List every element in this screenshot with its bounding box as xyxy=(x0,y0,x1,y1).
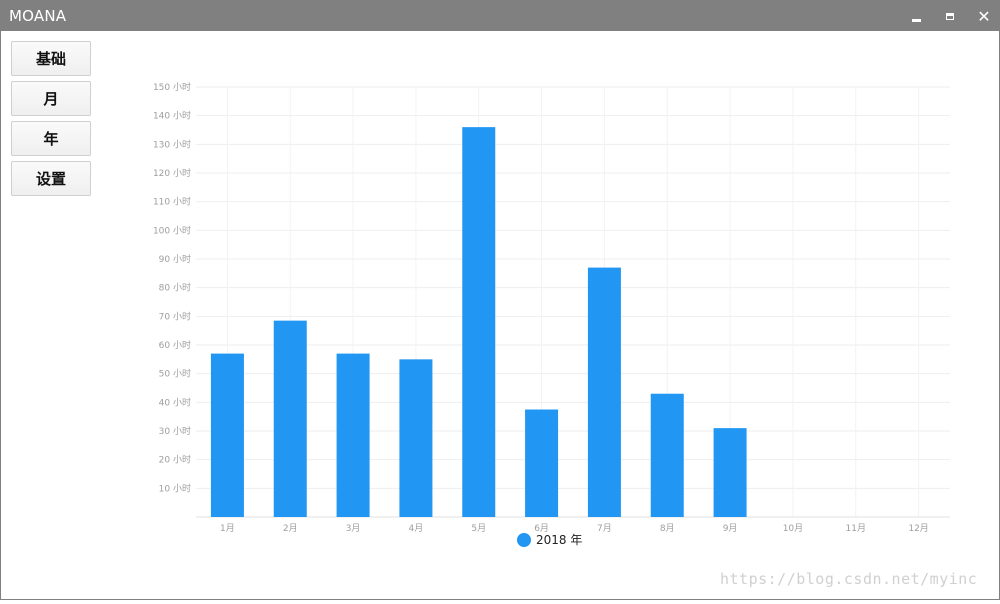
bar xyxy=(713,428,747,517)
bar xyxy=(587,267,621,517)
bar xyxy=(462,127,496,517)
close-icon: ✕ xyxy=(977,6,991,26)
maximize-button[interactable] xyxy=(933,1,967,31)
y-tick-label: 120 小时 xyxy=(153,167,191,179)
y-tick-label: 20 小时 xyxy=(159,454,191,466)
chart-area: 10 小时 20 小时 30 小时 40 小时 50 小时 60 小时 70 小时 80 小时… xyxy=(0,30,1000,600)
x-tick-label: 7月 xyxy=(597,523,612,534)
x-tick-label: 8月 xyxy=(660,523,675,534)
y-tick-label: 10 小时 xyxy=(159,482,191,494)
legend-marker xyxy=(517,533,531,547)
y-tick-label: 130 小时 xyxy=(153,138,191,150)
y-tick-label: 100 小时 xyxy=(153,224,191,236)
x-tick-label: 1月 xyxy=(220,523,235,534)
minimize-icon xyxy=(911,11,921,22)
bar xyxy=(650,393,684,517)
window-title: MOANA xyxy=(9,7,67,25)
y-tick-label: 90 小时 xyxy=(159,253,191,265)
bar xyxy=(273,320,307,517)
y-tick-label: 30 小时 xyxy=(159,425,191,437)
bar xyxy=(210,353,244,517)
y-tick-label: 60 小时 xyxy=(159,339,191,351)
x-tick-label: 4月 xyxy=(409,523,424,534)
bar xyxy=(525,409,559,517)
minimize-button[interactable] xyxy=(899,1,933,31)
y-tick-label: 140 小时 xyxy=(153,110,191,122)
x-tick-label: 2月 xyxy=(283,523,298,534)
bar-chart: 10 小时 20 小时 30 小时 40 小时 50 小时 60 小时 70 小时 80 小时… xyxy=(153,81,950,547)
x-tick-label: 10月 xyxy=(783,523,803,534)
watermark: https://blog.csdn.net/myinc xyxy=(720,570,978,588)
bar xyxy=(336,353,370,517)
y-tick-label: 50 小时 xyxy=(159,368,191,380)
y-tick-label: 80 小时 xyxy=(159,282,191,294)
x-tick-label: 5月 xyxy=(471,523,486,534)
x-tick-label: 12月 xyxy=(908,523,928,534)
maximize-icon xyxy=(946,12,954,20)
close-button[interactable]: ✕ xyxy=(967,1,1000,31)
x-tick-label: 11月 xyxy=(846,523,866,534)
title-bar[interactable]: MOANA ✕ xyxy=(1,1,999,31)
x-tick-label: 3月 xyxy=(346,523,361,534)
legend-label: 2018 年 xyxy=(536,533,582,547)
y-tick-label: 40 小时 xyxy=(159,396,191,408)
y-tick-label: 70 小时 xyxy=(159,310,191,322)
bar xyxy=(399,359,433,517)
y-tick-label: 110 小时 xyxy=(153,196,191,208)
x-tick-label: 9月 xyxy=(723,523,738,534)
y-tick-label: 150 小时 xyxy=(153,81,191,93)
